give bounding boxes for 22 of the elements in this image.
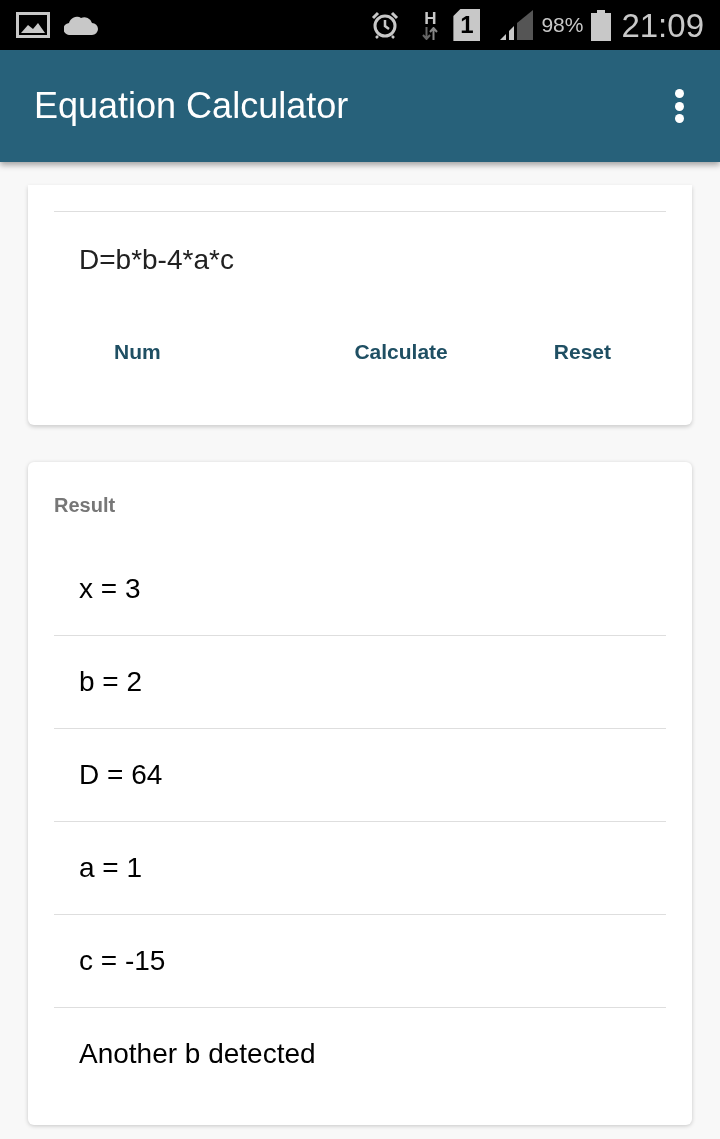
- battery-icon: [591, 9, 612, 41]
- signal-bars-icon: [500, 10, 534, 40]
- data-arrows-icon: [422, 26, 439, 40]
- action-button[interactable]: Num: [84, 316, 191, 388]
- clock-time: 21:09: [621, 8, 704, 42]
- result-line: a = 1: [79, 851, 143, 885]
- result-line: Another b detected: [79, 1037, 316, 1071]
- action-button[interactable]: Calculate: [324, 316, 478, 388]
- result-line: c = -15: [79, 944, 166, 978]
- result-line: b = 2: [79, 665, 143, 699]
- alarm-clock-icon: [371, 11, 400, 39]
- cloud-icon: [64, 15, 98, 35]
- result-line: D = 64: [79, 758, 163, 792]
- network-type-label: H: [424, 10, 437, 27]
- image-icon: [16, 12, 50, 38]
- action-button[interactable]: Reset: [523, 316, 641, 388]
- sim-slot-badge: 1: [453, 9, 481, 41]
- app-title: Equation Calculator: [34, 84, 350, 128]
- battery-percentage: 98%: [541, 12, 584, 39]
- result-heading: Result: [54, 493, 116, 518]
- result-line: x = 3: [79, 572, 141, 606]
- equation-formula: D=b*b-4*a*c: [79, 243, 234, 277]
